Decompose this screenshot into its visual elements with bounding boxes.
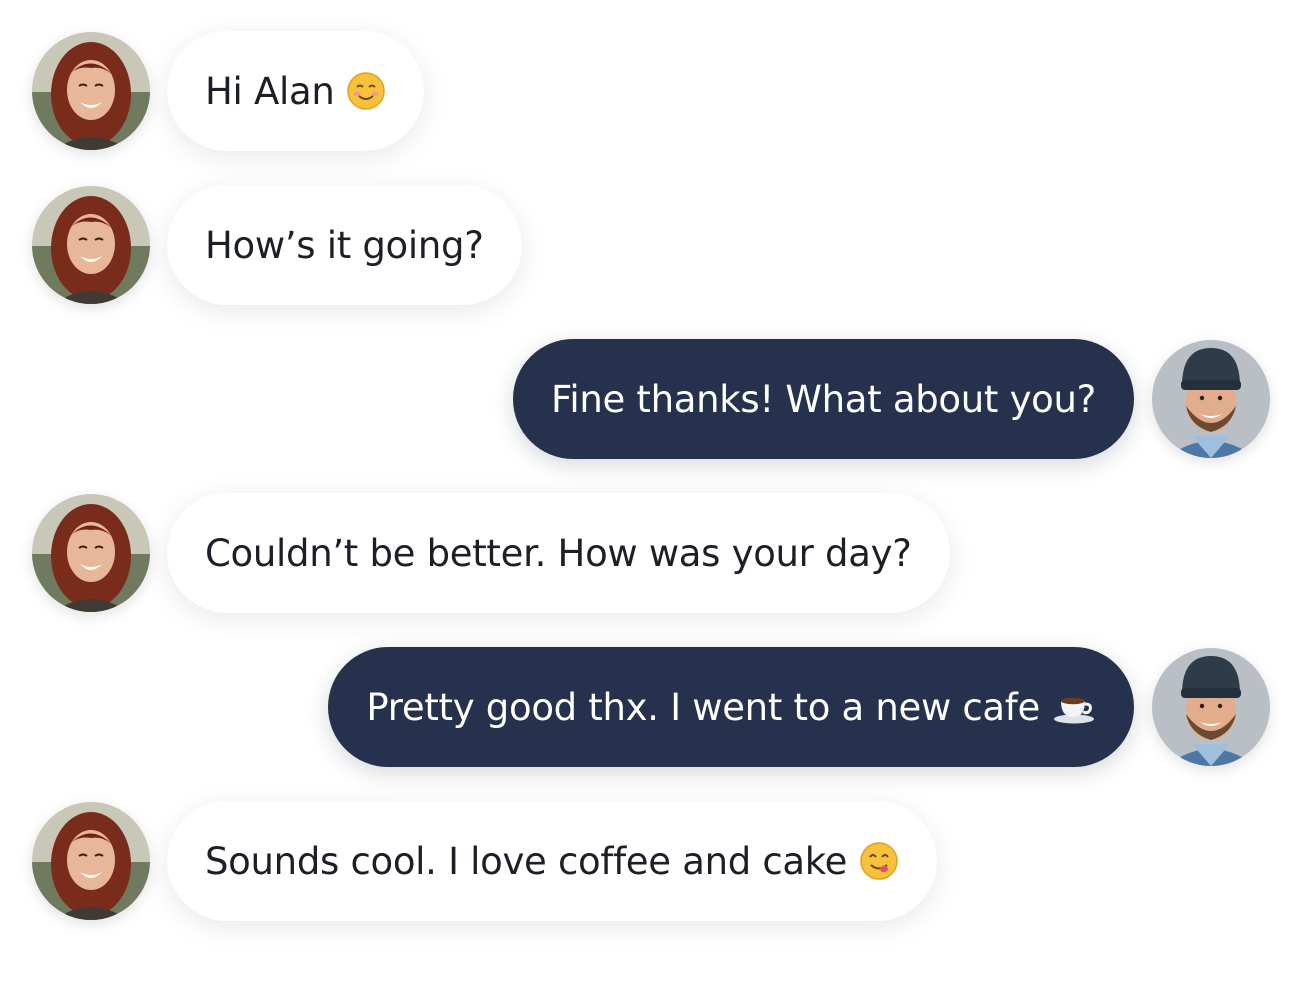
message-row: How’s it going? [0,185,1302,305]
message-row: Hi Alan [0,31,1302,151]
woman-avatar[interactable] [32,186,150,304]
message-text: Fine thanks! What about you? [551,377,1096,421]
message-bubble[interactable]: Fine thanks! What about you? [513,339,1134,459]
message-text: Sounds cool. I love coffee and cake [205,839,848,883]
message-bubble[interactable]: Couldn’t be better. How was your day? [167,493,950,613]
message-bubble[interactable]: Hi Alan [167,31,425,151]
message-text: Couldn’t be better. How was your day? [205,531,912,575]
woman-avatar[interactable] [32,802,150,920]
woman-avatar[interactable] [32,494,150,612]
man-avatar[interactable] [1152,340,1270,458]
man-avatar[interactable] [1152,648,1270,766]
message-row: Fine thanks! What about you? [0,339,1302,459]
message-row: Couldn’t be better. How was your day? [0,493,1302,613]
message-row: Sounds cool. I love coffee and cake [0,801,1302,921]
yum-face-icon [859,841,899,881]
woman-avatar[interactable] [32,32,150,150]
message-text: How’s it going? [205,223,484,267]
coffee-icon [1052,689,1096,725]
message-text: Hi Alan [205,69,335,113]
message-text: Pretty good thx. I went to a new cafe [366,685,1040,729]
smiling-face-icon [346,71,386,111]
message-bubble[interactable]: Sounds cool. I love coffee and cake [167,801,938,921]
chat-thread: Hi Alan How’s it going? Fine thanks! Wha… [0,0,1302,986]
message-bubble[interactable]: Pretty good thx. I went to a new cafe [328,647,1134,767]
message-row: Pretty good thx. I went to a new cafe [0,647,1302,767]
message-bubble[interactable]: How’s it going? [167,185,522,305]
